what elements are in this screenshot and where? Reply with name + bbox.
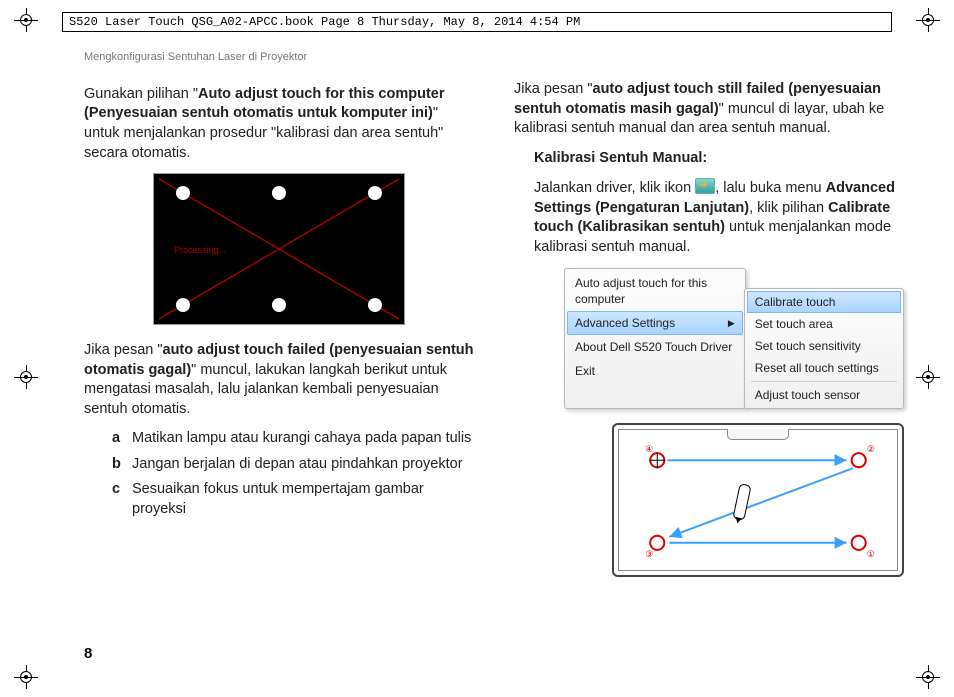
menu-item-advanced-settings[interactable]: Advanced Settings ▶: [567, 311, 743, 335]
marker-1: ①: [867, 549, 875, 559]
text: , klik pilihan: [749, 200, 828, 216]
submenu-item-reset[interactable]: Reset all touch settings: [747, 357, 901, 379]
manual-calibration-figure: ④ ② ③ ①: [612, 423, 904, 577]
left-column: Mengkonfigurasi Sentuhan Laser di Proyek…: [84, 50, 474, 662]
list-item: bJangan berjalan di depan atau pindahkan…: [112, 455, 474, 475]
calibration-dot: [176, 298, 190, 312]
submenu: Calibrate touch Set touch area Set touch…: [744, 288, 904, 410]
marker-4: ④: [645, 445, 653, 455]
step-text: Jangan berjalan di depan atau pindahkan …: [132, 455, 463, 475]
crop-mark: [916, 8, 940, 32]
text: , lalu buka menu: [715, 180, 825, 196]
calibration-dot: [368, 298, 382, 312]
marker-2: ②: [867, 445, 875, 455]
text: Jika pesan ": [514, 81, 593, 97]
submenu-item-set-sensitivity[interactable]: Set touch sensitivity: [747, 335, 901, 357]
submenu-item-adjust-sensor[interactable]: Adjust touch sensor: [747, 384, 901, 406]
step-text: Matikan lampu atau kurangi cahaya pada p…: [132, 429, 471, 449]
calibration-dot: [272, 186, 286, 200]
step-label: b: [112, 455, 132, 475]
menu-separator: [751, 381, 897, 382]
step-label: c: [112, 480, 132, 519]
menu-item-label: Advanced Settings: [575, 315, 675, 331]
crop-mark: [14, 365, 38, 389]
menu-item-about[interactable]: About Dell S520 Touch Driver: [567, 335, 743, 359]
calibration-preview-figure: Processing...: [153, 173, 405, 325]
troubleshoot-list: aMatikan lampu atau kurangi cahaya pada …: [112, 429, 474, 519]
text: Jalankan driver, klik ikon: [534, 180, 695, 196]
page-number: 8: [84, 645, 92, 662]
calibration-dot: [176, 186, 190, 200]
crop-mark: [916, 665, 940, 689]
context-menu: Auto adjust touch for this computer Adva…: [564, 268, 746, 410]
context-menu-figure: Auto adjust touch for this computer Adva…: [564, 268, 904, 410]
submenu-arrow-icon: ▶: [728, 317, 735, 329]
crop-mark: [916, 365, 940, 389]
failure-paragraph: Jika pesan "auto adjust touch failed (pe…: [84, 341, 474, 419]
submenu-item-calibrate-touch[interactable]: Calibrate touch: [747, 291, 901, 313]
right-column: Jika pesan "auto adjust touch still fail…: [514, 50, 904, 662]
still-failed-paragraph: Jika pesan "auto adjust touch still fail…: [514, 80, 904, 139]
text: Gunakan pilihan ": [84, 86, 198, 102]
book-header: S520 Laser Touch QSG_A02-APCC.book Page …: [62, 12, 892, 32]
screen: ④ ② ③ ①: [618, 429, 898, 571]
manual-calibration-heading: Kalibrasi Sentuh Manual:: [534, 149, 904, 169]
step-text: Sesuaikan fokus untuk mempertajam gambar…: [132, 480, 474, 519]
marker-3: ③: [645, 549, 653, 559]
manual-instructions: Jalankan driver, klik ikon , lalu buka m…: [534, 178, 904, 257]
text: Jika pesan ": [84, 342, 163, 358]
driver-tray-icon: [695, 178, 715, 194]
intro-paragraph: Gunakan pilihan "Auto adjust touch for t…: [84, 85, 474, 163]
crop-mark: [14, 665, 38, 689]
submenu-item-set-touch-area[interactable]: Set touch area: [747, 313, 901, 335]
menu-item-exit[interactable]: Exit: [567, 359, 743, 383]
menu-item-auto-adjust[interactable]: Auto adjust touch for this computer: [567, 271, 743, 311]
calibration-dot: [368, 186, 382, 200]
section-title: Mengkonfigurasi Sentuhan Laser di Proyek…: [84, 50, 474, 65]
list-item: cSesuaikan fokus untuk mempertajam gamba…: [112, 480, 474, 519]
processing-label: Processing...: [174, 244, 226, 256]
step-label: a: [112, 429, 132, 449]
crop-mark: [14, 8, 38, 32]
calibration-dot: [272, 298, 286, 312]
list-item: aMatikan lampu atau kurangi cahaya pada …: [112, 429, 474, 449]
